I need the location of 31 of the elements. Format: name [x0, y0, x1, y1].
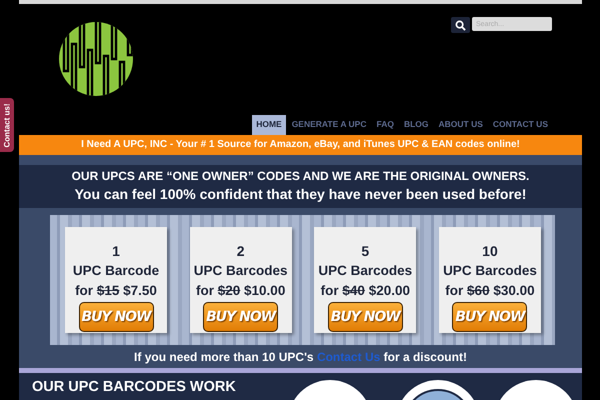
discount-text: If you need more than 10 UPC's Contact Us for a discount! — [134, 350, 467, 364]
package-count: 2 — [236, 242, 245, 261]
package-unit: UPC Barcodes — [318, 262, 412, 280]
headline: OUR UPCS ARE “ONE OWNER” CODES AND WE ARE THE ORIGINAL OWNERS. — [72, 169, 530, 183]
buy-now-button[interactable]: BUY NOW — [78, 302, 154, 332]
banner-text: I Need A UPC, INC - Your # 1 Source for Amazon, eBay, and iTunes UPC & EAN codes online! — [19, 135, 582, 155]
nav-tab[interactable]: FAQ — [372, 115, 398, 135]
nav-tab[interactable]: ABOUT US — [434, 115, 487, 135]
section-title: OUR UPC BARCODES WORK — [32, 379, 237, 395]
price-line: for $20 $10.00 — [196, 282, 286, 300]
package-unit: UPC Barcode — [72, 262, 160, 280]
nav-tab[interactable]: HOME — [252, 115, 286, 135]
logo-icon — [58, 21, 134, 97]
search-button[interactable] — [451, 17, 470, 33]
package-count: 1 — [112, 242, 120, 261]
buy-now-button[interactable]: BUY NOW — [328, 302, 403, 332]
nav-tab[interactable]: GENERATE A UPC — [288, 115, 370, 135]
package-unit: UPC Barcodes — [443, 262, 537, 280]
price-line: for $60 $30.00 — [445, 282, 535, 300]
search-icon — [455, 20, 466, 30]
contact-tab[interactable]: Contact us! — [0, 98, 14, 152]
package-count: 10 — [482, 242, 498, 261]
price-line: for $40 $20.00 — [320, 282, 410, 300]
package-count: 5 — [361, 242, 370, 261]
buy-now-button[interactable]: BUY NOW — [203, 302, 278, 332]
subheadline: You can feel 100% confident that they have never been used before! — [74, 186, 526, 202]
price-line: for $15 $7.50 — [75, 282, 157, 300]
package-unit: UPC Barcodes — [194, 262, 288, 280]
nav-tab[interactable]: BLOG — [400, 115, 433, 135]
nav-tab[interactable]: CONTACT US — [488, 115, 552, 135]
buy-now-button[interactable]: BUY NOW — [452, 302, 528, 332]
